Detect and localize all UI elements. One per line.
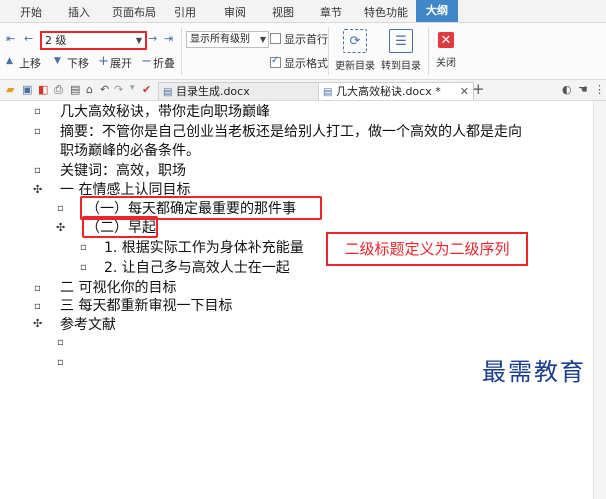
document-toc-icon: ☰	[389, 29, 413, 53]
promote-to-top-icon[interactable]: ⇤	[6, 32, 15, 45]
ribbon-tab-bar: 开始 插入 页面布局 引用 审阅 视图 章节 特色功能 大纲	[0, 0, 606, 23]
redo-icon[interactable]: ↷	[114, 83, 123, 96]
pdf-icon[interactable]: ◧	[38, 83, 48, 96]
tab-references[interactable]: 引用	[174, 4, 196, 20]
print-preview-icon[interactable]: ▤	[70, 83, 80, 96]
doc-tab-active[interactable]: ▤ 几大高效秘诀.docx * ✕	[318, 82, 474, 100]
outline-item-abstract[interactable]: 摘要：不管你是自己创业当老板还是给别人打工，做一个高效的人都是走向	[60, 121, 522, 141]
doc-tab-label: 目录生成.docx	[175, 85, 250, 98]
update-toc-label: 更新目录	[335, 61, 375, 72]
tab-page-layout[interactable]: 页面布局	[112, 4, 156, 20]
tab-view[interactable]: 视图	[272, 4, 294, 20]
outline-level-value: 2 级	[45, 34, 67, 47]
move-down-button[interactable]: 下移	[67, 55, 89, 71]
outline-item-level3[interactable]: 2. 让自己多与高效人士在一起	[104, 257, 290, 277]
outline-item-references[interactable]: 参考文献	[60, 314, 116, 334]
goto-toc-label: 转到目录	[381, 61, 421, 72]
customize-dropdown-icon[interactable]: ▾	[130, 83, 135, 93]
outline-expand-icon[interactable]: ✣	[33, 317, 42, 330]
show-format-label: 显示格式	[284, 57, 328, 70]
move-up-button[interactable]: 上移	[19, 55, 41, 71]
outline-ribbon: ⇤ ← 2 级 ▼ → ⇥ ▲ 上移 ▼ 下移 + 展开 − 折叠 显示所有级别…	[0, 23, 606, 80]
refresh-toc-icon: ⟳	[343, 29, 367, 53]
collapse-button[interactable]: 折叠	[153, 55, 175, 71]
outline-expand-icon[interactable]: ✣	[33, 183, 42, 196]
undo-icon[interactable]: ↶	[100, 83, 109, 96]
close-outline-button[interactable]: ✕ 关闭	[433, 29, 459, 69]
new-tab-icon[interactable]: +	[472, 80, 485, 98]
folder-open-icon[interactable]: ▰	[6, 83, 14, 96]
outline-bullet-icon[interactable]: ▫	[34, 106, 41, 117]
outline-bullet-icon[interactable]: ▫	[34, 165, 41, 176]
show-level-value: 显示所有级别	[190, 34, 250, 45]
word-document-icon: ▤	[323, 87, 333, 98]
outline-level-select[interactable]: 2 级 ▼	[40, 31, 147, 50]
update-toc-button[interactable]: ⟳ 更新目录	[335, 29, 375, 72]
chevron-down-icon: ▼	[135, 36, 142, 45]
ribbon-divider	[428, 27, 429, 75]
close-icon: ✕	[438, 32, 454, 48]
close-tab-icon[interactable]: ✕	[460, 83, 469, 100]
outline-item-title[interactable]: 几大高效秘诀，带你走向职场巅峰	[60, 101, 270, 121]
outline-bullet-icon[interactable]: ▫	[34, 301, 41, 312]
minus-icon: −	[141, 54, 152, 69]
tab-special[interactable]: 特色功能	[364, 4, 408, 20]
close-label: 关闭	[436, 58, 456, 69]
show-first-line-checkbox[interactable]	[270, 33, 281, 44]
doc-tab-toc[interactable]: ▤ 目录生成.docx	[158, 82, 324, 100]
save-icon[interactable]: ▣	[22, 83, 32, 96]
plus-icon: +	[98, 54, 109, 69]
demote-to-body-icon[interactable]: ⇥	[164, 32, 173, 45]
watermark: 最需教育	[482, 358, 586, 386]
skin-icon[interactable]: ◐	[562, 83, 572, 96]
outline-item-abstract-cont[interactable]: 职场巅峰的必备条件。	[60, 140, 200, 160]
format-painter-icon[interactable]: ⌂	[86, 83, 93, 96]
arrow-up-icon: ▲	[6, 56, 13, 66]
outline-item-level2[interactable]: （一）每天都确定最重要的那件事	[86, 198, 296, 218]
ribbon-divider	[181, 27, 182, 75]
tab-insert[interactable]: 插入	[68, 4, 90, 20]
document-tab-bar: ▰ ▣ ◧ ⎙ ▤ ⌂ ↶ ↷ ▾ ✔ ▤ 目录生成.docx ▤ 几大高效秘诀…	[0, 80, 606, 101]
outline-bullet-icon[interactable]: ▫	[57, 357, 64, 368]
show-first-line-label: 显示首行	[284, 33, 328, 46]
expand-button[interactable]: 展开	[110, 55, 132, 71]
show-format-checkbox[interactable]	[270, 55, 281, 68]
word-document-icon: ▤	[163, 87, 173, 98]
outline-item-level3[interactable]: 1. 根据实际工作为身体补充能量	[104, 237, 304, 257]
more-icon[interactable]: ⋮	[594, 83, 605, 96]
tab-start[interactable]: 开始	[20, 4, 42, 20]
show-level-select[interactable]: 显示所有级别 ▼	[186, 31, 269, 48]
chevron-down-icon: ▼	[259, 35, 266, 44]
hand-icon[interactable]: ☚	[578, 83, 588, 96]
promote-icon[interactable]: ←	[24, 32, 33, 45]
outline-bullet-icon[interactable]: ▫	[57, 203, 64, 214]
outline-item-keywords[interactable]: 关键词：高效，职场	[60, 160, 186, 180]
tab-review[interactable]: 审阅	[224, 4, 246, 20]
demote-icon[interactable]: →	[148, 32, 157, 45]
document-canvas[interactable]: ▫ 几大高效秘诀，带你走向职场巅峰 ▫ 摘要：不管你是自己创业当老板还是给别人打…	[0, 101, 606, 499]
print-icon[interactable]: ⎙	[54, 83, 63, 97]
outline-bullet-icon[interactable]: ▫	[80, 262, 87, 273]
pin-icon[interactable]: ✔	[142, 83, 151, 96]
doc-tab-label: 几大高效秘诀.docx *	[335, 85, 441, 98]
tab-outline[interactable]: 大纲	[416, 0, 458, 22]
vertical-scrollbar[interactable]	[593, 101, 606, 499]
outline-item-level1[interactable]: 二 可视化你的目标	[60, 277, 176, 297]
goto-toc-button[interactable]: ☰ 转到目录	[380, 29, 422, 72]
tab-chapter[interactable]: 章节	[320, 4, 342, 20]
outline-bullet-icon[interactable]: ▫	[34, 283, 41, 294]
outline-item-level2[interactable]: （二）早起	[86, 217, 156, 237]
annotation-callout: 二级标题定义为二级序列	[326, 232, 528, 266]
ribbon-divider	[328, 27, 329, 75]
outline-bullet-icon[interactable]: ▫	[57, 337, 64, 348]
outline-item-level1[interactable]: 三 每天都重新审视一下目标	[60, 295, 232, 315]
outline-bullet-icon[interactable]: ▫	[80, 242, 87, 253]
outline-expand-icon[interactable]: ✣	[56, 221, 65, 234]
arrow-down-icon: ▼	[54, 56, 61, 66]
outline-bullet-icon[interactable]: ▫	[34, 126, 41, 137]
